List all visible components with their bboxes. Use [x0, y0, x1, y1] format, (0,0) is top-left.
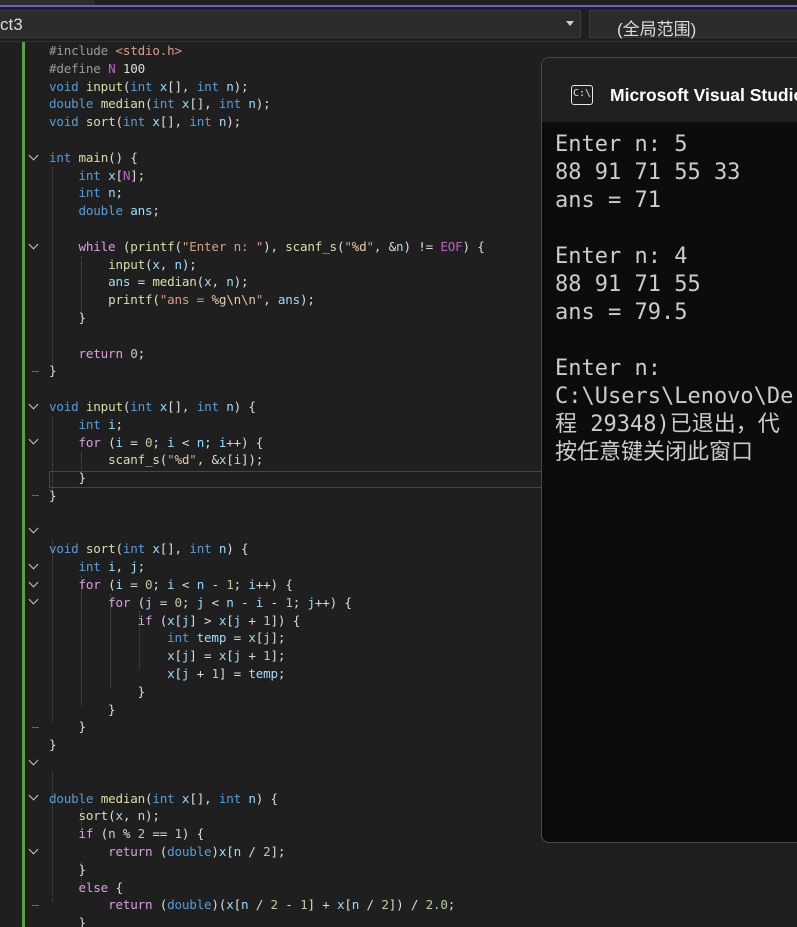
- fold-end-marker: [32, 905, 39, 906]
- console-line: 88 91 71 55 33: [555, 160, 741, 185]
- fold-chevron-icon[interactable]: [28, 435, 39, 446]
- code-line[interactable]: printf("ans = %g\n\n", ans);: [49, 291, 315, 309]
- code-line[interactable]: scanf_s("%d", &x[i]);: [49, 451, 263, 469]
- code-line[interactable]: return (double)x[n / 2];: [49, 843, 285, 861]
- console-title: Microsoft Visual Studio: [610, 85, 797, 105]
- console-window[interactable]: C:\ Microsoft Visual Studio Enter n: 5 88…: [541, 57, 797, 843]
- code-line[interactable]: if (n % 2 == 1) {: [49, 825, 205, 843]
- code-line[interactable]: int n;: [49, 184, 124, 202]
- console-line: ans = 71: [555, 188, 661, 213]
- console-line: C:\Users\Lenovo\De: [555, 384, 794, 409]
- code-line[interactable]: }: [49, 683, 146, 701]
- console-line: 按任意键关闭此窗口: [555, 440, 754, 465]
- code-line[interactable]: void sort(int x[], int n);: [49, 113, 241, 131]
- code-line[interactable]: ans = median(x, n);: [49, 273, 249, 291]
- code-line[interactable]: double median(int x[], int n) {: [49, 790, 278, 808]
- code-line[interactable]: int x[N];: [49, 167, 146, 185]
- code-line[interactable]: x[j] = x[j + 1];: [49, 647, 285, 665]
- code-line[interactable]: }: [49, 718, 87, 736]
- code-line[interactable]: void input(int x[], int n) {: [49, 398, 256, 416]
- code-line[interactable]: void input(int x[], int n);: [49, 78, 249, 96]
- code-line[interactable]: for (j = 0; j < n - i - 1; j++) {: [49, 594, 352, 612]
- code-line[interactable]: int i;: [49, 416, 124, 434]
- code-line[interactable]: #include <stdio.h>: [49, 42, 182, 60]
- fold-chevron-icon[interactable]: [28, 578, 39, 589]
- code-line[interactable]: for (i = 0; i < n - 1; i++) {: [49, 576, 293, 594]
- console-output[interactable]: Enter n: 5 88 91 71 55 33 ans = 71 Enter n:…: [555, 131, 797, 467]
- code-line[interactable]: return 0;: [49, 345, 146, 363]
- console-line: 88 91 71 55: [555, 272, 701, 297]
- title-strip: [0, 0, 797, 8]
- code-line[interactable]: }: [49, 487, 57, 505]
- console-app-icon: C:\: [571, 85, 593, 105]
- scope-dropdown[interactable]: (全局范围): [589, 10, 797, 39]
- current-line-highlight: [49, 471, 549, 488]
- fold-chevron-icon[interactable]: [28, 791, 39, 802]
- fold-end-marker: [32, 495, 39, 496]
- project-name: ct3: [0, 15, 23, 34]
- navigation-bar: ct3 (全局范围): [0, 8, 797, 42]
- code-line[interactable]: int main() {: [49, 149, 138, 167]
- scope-name: (全局范围): [617, 20, 697, 39]
- console-line: Enter n: 5: [555, 132, 688, 157]
- fold-chevron-icon[interactable]: [28, 595, 39, 606]
- fold-chevron-icon[interactable]: [28, 756, 39, 767]
- console-line: ans = 79.5: [555, 300, 688, 325]
- console-titlebar[interactable]: C:\ Microsoft Visual Studio: [542, 58, 797, 122]
- code-line[interactable]: else {: [49, 879, 123, 897]
- fold-chevron-icon[interactable]: [28, 400, 39, 411]
- fold-end-marker: [32, 727, 39, 728]
- code-line[interactable]: }: [49, 736, 57, 754]
- code-line[interactable]: while (printf("Enter n: "), scanf_s("%d"…: [49, 238, 485, 256]
- code-line[interactable]: }: [49, 309, 87, 327]
- console-line: Enter n: 4: [555, 244, 688, 269]
- code-line[interactable]: int i, j;: [49, 558, 146, 576]
- code-line[interactable]: #define N 100: [49, 60, 145, 78]
- fold-end-marker: [32, 371, 39, 372]
- console-line: 程 29348)已退出，代: [555, 412, 780, 437]
- chevron-down-icon[interactable]: [566, 21, 574, 26]
- code-line[interactable]: }: [49, 362, 57, 380]
- code-line[interactable]: }: [49, 701, 116, 719]
- code-line[interactable]: }: [49, 861, 87, 879]
- code-line[interactable]: double ans;: [49, 202, 160, 220]
- code-line[interactable]: return (double)(x[n / 2 - 1] + x[n / 2])…: [49, 896, 455, 914]
- accent-line: [0, 5, 797, 7]
- code-line[interactable]: x[j + 1] = temp;: [49, 665, 285, 683]
- code-line[interactable]: for (i = 0; i < n; i++) {: [49, 434, 264, 452]
- code-line[interactable]: void sort(int x[], int n) {: [49, 540, 249, 558]
- code-line[interactable]: }: [49, 469, 87, 487]
- code-line[interactable]: if (x[j] > x[j + 1]) {: [49, 612, 301, 630]
- console-line: Enter n:: [555, 356, 661, 381]
- code-line[interactable]: }: [49, 914, 87, 927]
- fold-chevron-icon[interactable]: [28, 560, 39, 571]
- code-line[interactable]: int temp = x[j];: [49, 629, 285, 647]
- fold-chevron-icon[interactable]: [28, 845, 39, 856]
- fold-chevron-icon[interactable]: [28, 240, 39, 251]
- change-tracking-bar: [22, 42, 25, 927]
- project-dropdown[interactable]: ct3: [0, 10, 581, 38]
- fold-chevron-icon[interactable]: [28, 151, 39, 162]
- code-line[interactable]: input(x, n);: [49, 256, 197, 274]
- code-line[interactable]: sort(x, n);: [49, 807, 160, 825]
- code-line[interactable]: double median(int x[], int n);: [49, 95, 271, 113]
- fold-chevron-icon[interactable]: [28, 524, 39, 535]
